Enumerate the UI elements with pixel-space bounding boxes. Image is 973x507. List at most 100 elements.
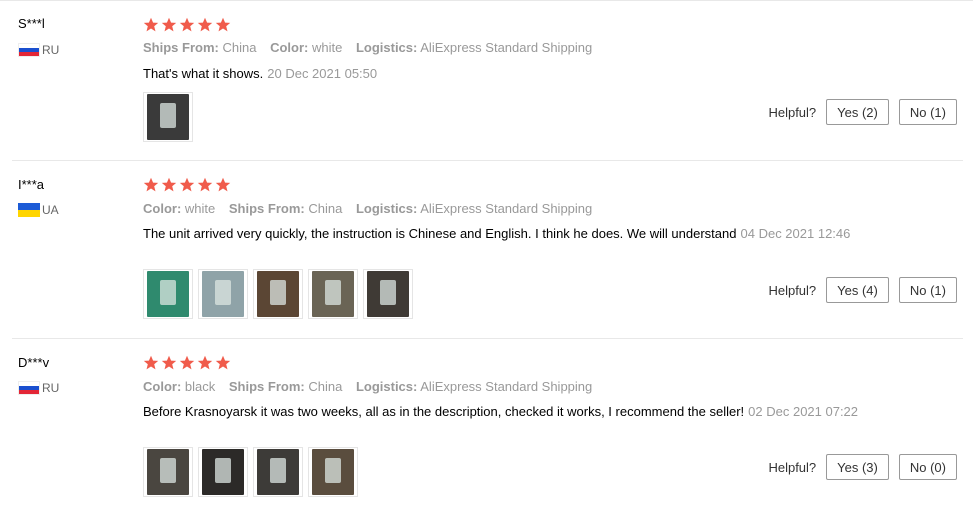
country-code: UA bbox=[42, 203, 59, 217]
review-photos bbox=[143, 447, 358, 497]
review-item: D***v RU Color: black Ships From: China … bbox=[0, 339, 963, 507]
review-text: The unit arrived very quickly, the instr… bbox=[143, 225, 863, 243]
attribute-value: AliExpress Standard Shipping bbox=[420, 379, 593, 394]
helpful-label: Helpful? bbox=[768, 104, 817, 120]
review-attributes: Color: black Ships From: China Logistics… bbox=[143, 379, 602, 394]
russia-flag-icon bbox=[18, 43, 40, 57]
review-body: The unit arrived very quickly, the instr… bbox=[143, 226, 737, 241]
attribute: Ships From: China bbox=[229, 201, 342, 216]
attribute-key: Color: bbox=[270, 40, 309, 55]
star-icon bbox=[143, 177, 159, 192]
helpful-no-button[interactable]: No (1) bbox=[898, 277, 957, 303]
attribute-key: Color: bbox=[143, 379, 182, 394]
attribute: Logistics: AliExpress Standard Shipping bbox=[356, 40, 592, 55]
attribute-value: China bbox=[308, 379, 343, 394]
russia-flag-icon bbox=[18, 381, 40, 395]
helpful-vote: Helpful? Yes (4) No (1) bbox=[768, 277, 957, 303]
attribute: Ships From: China bbox=[143, 40, 256, 55]
attribute-key: Logistics: bbox=[355, 379, 418, 394]
star-icon bbox=[143, 17, 159, 32]
photo-image bbox=[257, 271, 299, 317]
attribute-key: Logistics: bbox=[355, 40, 418, 55]
star-icon bbox=[215, 17, 231, 32]
attribute-key: Ships From: bbox=[143, 40, 219, 55]
photo-image bbox=[147, 449, 189, 495]
review-body: Before Krasnoyarsk it was two weeks, all… bbox=[143, 404, 745, 419]
star-icon bbox=[197, 177, 213, 192]
photo-image bbox=[367, 271, 409, 317]
attribute: Color: white bbox=[143, 201, 215, 216]
star-icon bbox=[197, 355, 213, 370]
attribute-value: China bbox=[222, 40, 257, 55]
review-date: 04 Dec 2021 12:46 bbox=[740, 226, 851, 241]
review-photo-thumbnail[interactable] bbox=[253, 447, 303, 497]
star-icon bbox=[161, 355, 177, 370]
star-icon bbox=[197, 17, 213, 32]
helpful-vote: Helpful? Yes (3) No (0) bbox=[768, 454, 957, 480]
photo-image bbox=[312, 449, 354, 495]
attribute-value: AliExpress Standard Shipping bbox=[420, 201, 593, 216]
helpful-yes-button[interactable]: Yes (2) bbox=[826, 99, 889, 125]
star-icon bbox=[179, 177, 195, 192]
review-photo-thumbnail[interactable] bbox=[198, 269, 248, 319]
photo-image bbox=[312, 271, 354, 317]
photo-image bbox=[257, 449, 299, 495]
review-text: Before Krasnoyarsk it was two weeks, all… bbox=[143, 403, 863, 421]
helpful-label: Helpful? bbox=[768, 459, 817, 475]
review-photos bbox=[143, 92, 193, 142]
star-icon bbox=[143, 355, 159, 370]
review-date: 20 Dec 2021 05:50 bbox=[267, 66, 378, 81]
review-photo-thumbnail[interactable] bbox=[143, 447, 193, 497]
attribute-key: Ships From: bbox=[228, 379, 305, 394]
photo-image bbox=[147, 94, 189, 140]
attribute-value: white bbox=[184, 201, 216, 216]
reviewer-country: RU bbox=[18, 380, 59, 396]
star-icon bbox=[215, 177, 231, 192]
attribute: Logistics: AliExpress Standard Shipping bbox=[356, 379, 592, 394]
attribute: Logistics: AliExpress Standard Shipping bbox=[356, 201, 592, 216]
review-photo-thumbnail[interactable] bbox=[308, 447, 358, 497]
reviewer-country: RU bbox=[18, 42, 59, 58]
attribute: Ships From: China bbox=[229, 379, 342, 394]
review-photos bbox=[143, 269, 413, 319]
review-photo-thumbnail[interactable] bbox=[308, 269, 358, 319]
helpful-vote: Helpful? Yes (2) No (1) bbox=[768, 99, 957, 125]
star-icon bbox=[179, 355, 195, 370]
review-photo-thumbnail[interactable] bbox=[253, 269, 303, 319]
country-code: RU bbox=[42, 381, 60, 395]
photo-image bbox=[202, 271, 244, 317]
review-item: S***l RU Ships From: China Color: white … bbox=[0, 0, 963, 176]
attribute-value: AliExpress Standard Shipping bbox=[420, 40, 593, 55]
attribute: Color: white bbox=[270, 40, 342, 55]
photo-image bbox=[202, 449, 244, 495]
review-attributes: Ships From: China Color: white Logistics… bbox=[143, 40, 602, 55]
attribute-key: Logistics: bbox=[355, 201, 418, 216]
ukraine-flag-icon bbox=[18, 203, 40, 217]
star-icon bbox=[161, 177, 177, 192]
attribute: Color: black bbox=[143, 379, 215, 394]
helpful-yes-button[interactable]: Yes (4) bbox=[826, 277, 889, 303]
reviewer-name: I***a bbox=[18, 177, 45, 192]
review-photo-thumbnail[interactable] bbox=[198, 447, 248, 497]
star-icon bbox=[215, 355, 231, 370]
review-photo-thumbnail[interactable] bbox=[363, 269, 413, 319]
helpful-no-button[interactable]: No (1) bbox=[898, 99, 957, 125]
review-body: That's what it shows. bbox=[143, 66, 264, 81]
helpful-yes-button[interactable]: Yes (3) bbox=[826, 454, 889, 480]
star-rating bbox=[143, 177, 231, 193]
star-rating bbox=[143, 355, 231, 371]
review-item: I***a UA Color: white Ships From: China … bbox=[0, 161, 963, 339]
reviewer-country: UA bbox=[18, 202, 59, 218]
star-icon bbox=[161, 17, 177, 32]
attribute-value: black bbox=[184, 379, 216, 394]
reviewer-name: D***v bbox=[18, 355, 50, 370]
review-date: 02 Dec 2021 07:22 bbox=[748, 404, 859, 419]
star-icon bbox=[179, 17, 195, 32]
attribute-key: Ships From: bbox=[228, 201, 305, 216]
attribute-value: white bbox=[311, 40, 343, 55]
helpful-no-button[interactable]: No (0) bbox=[898, 454, 957, 480]
photo-image bbox=[147, 271, 189, 317]
review-photo-thumbnail[interactable] bbox=[143, 269, 193, 319]
reviewer-name: S***l bbox=[18, 16, 45, 31]
review-photo-thumbnail[interactable] bbox=[143, 92, 193, 142]
